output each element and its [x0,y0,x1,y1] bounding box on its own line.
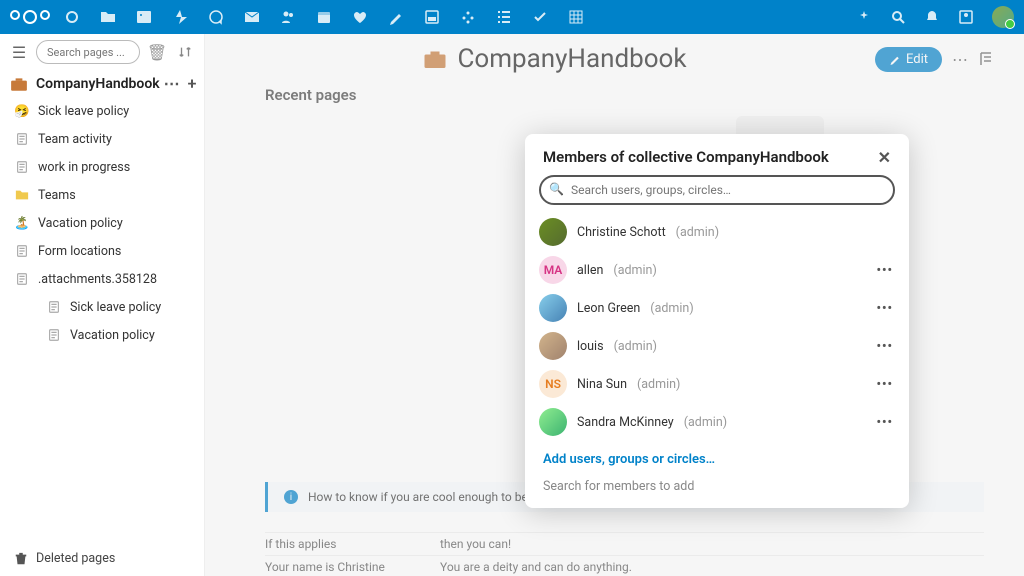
calendar-icon[interactable] [316,9,332,25]
activity-icon[interactable] [172,9,188,25]
sidebar-item[interactable]: .attachments.358128 [0,265,204,293]
collectives-icon[interactable] [460,9,476,25]
hamburger-icon[interactable]: ☰ [8,41,30,63]
sidebar-item[interactable]: Teams [0,181,204,209]
notes-icon[interactable] [388,9,404,25]
photos-icon[interactable] [136,9,152,25]
sidebar-item[interactable]: Form locations [0,237,204,265]
sidebar-item-label: Vacation policy [70,328,155,343]
collective-header[interactable]: CompanyHandbook ⋯ + [0,70,204,97]
collective-name: CompanyHandbook [36,76,160,92]
emoji-icon: 🤧 [14,103,30,119]
add-search-hint: Search for members to add [525,479,909,508]
add-members-link[interactable]: Add users, groups or circles… [525,440,909,479]
tables-icon[interactable] [568,9,584,25]
page-icon [14,131,30,147]
tasks-icon[interactable] [532,9,548,25]
member-name: Nina Sun [577,377,627,392]
deleted-pages[interactable]: Deleted pages [0,541,204,576]
members-modal: Members of collective CompanyHandbook ✕ … [525,134,909,508]
member-row[interactable]: Sandra McKinney (admin) ••• [539,403,903,440]
member-menu-icon[interactable]: ••• [877,377,893,392]
close-icon[interactable]: ✕ [878,148,891,167]
member-search-input[interactable] [539,175,895,205]
add-page-icon[interactable]: + [184,74,201,93]
page-icon [14,159,30,175]
notifications-icon[interactable] [924,9,940,25]
member-menu-icon[interactable]: ••• [877,301,893,316]
deck-icon[interactable] [424,9,440,25]
sidebar-item[interactable]: 🤧 Sick leave policy [0,97,204,125]
member-avatar: NS [539,370,567,398]
member-avatar [539,332,567,360]
mail-icon[interactable] [244,9,260,25]
trash-icon[interactable]: 🗑 [146,41,168,63]
sidebar-subitem[interactable]: Vacation policy [0,321,204,349]
page-icon [46,299,62,315]
member-role: (admin) [650,301,693,316]
main-content: CompanyHandbook Edit ⋯ Recent pages › .a… [205,34,1024,576]
member-row[interactable]: louis (admin) ••• [539,327,903,365]
member-avatar [539,408,567,436]
contacts-menu-icon[interactable] [958,9,974,25]
search-icon: 🔍 [549,182,564,196]
member-name: Leon Green [577,301,640,316]
member-avatar: MA [539,256,567,284]
talk-icon[interactable] [208,9,224,25]
member-row[interactable]: Christine Schott (admin) [539,213,903,251]
sidebar-item-label: Vacation policy [38,216,123,231]
member-name: Christine Schott [577,225,666,240]
member-role: (admin) [613,263,656,278]
sidebar-subitem[interactable]: Sick leave policy [0,293,204,321]
member-menu-icon[interactable]: ••• [877,263,893,278]
member-menu-icon[interactable]: ••• [877,339,893,354]
heart-icon[interactable] [352,9,368,25]
member-row[interactable]: Leon Green (admin) ••• [539,289,903,327]
member-row[interactable]: NS Nina Sun (admin) ••• [539,365,903,403]
member-role: (admin) [684,415,727,430]
emoji-icon: 🏝️ [14,215,30,231]
sidebar-item[interactable]: 🏝️ Vacation policy [0,209,204,237]
folder-icon [14,187,30,203]
sidebar-item-label: Team activity [38,132,112,147]
member-avatar [539,218,567,246]
assistant-icon[interactable] [856,9,872,25]
member-name: Sandra McKinney [577,415,674,430]
app-logo[interactable] [10,10,50,24]
list-icon[interactable] [496,9,512,25]
dashboard-icon[interactable] [64,9,80,25]
member-name: louis [577,339,604,354]
trash-icon [14,552,28,566]
member-role: (admin) [676,225,719,240]
member-role: (admin) [637,377,680,392]
modal-title: Members of collective CompanyHandbook [543,148,829,167]
sidebar-item-label: Teams [38,188,76,203]
sidebar-item-label: work in progress [38,160,130,175]
sidebar-item[interactable]: Team activity [0,125,204,153]
member-row[interactable]: MA allen (admin) ••• [539,251,903,289]
page-icon [14,243,30,259]
sidebar-item-label: Form locations [38,244,121,259]
deleted-label: Deleted pages [36,551,115,566]
sidebar-item-label: .attachments.358128 [38,272,157,287]
member-name: allen [577,263,603,278]
files-icon[interactable] [100,9,116,25]
collective-menu-icon[interactable]: ⋯ [160,74,184,93]
user-avatar[interactable] [992,6,1014,28]
sidebar-item-label: Sick leave policy [38,104,129,119]
page-icon [14,271,30,287]
search-icon[interactable] [890,9,906,25]
member-menu-icon[interactable]: ••• [877,415,893,430]
member-role: (admin) [614,339,657,354]
sort-icon[interactable] [174,41,196,63]
sidebar-item-label: Sick leave policy [70,300,161,315]
briefcase-icon [10,75,28,93]
contacts-icon[interactable] [280,9,296,25]
sidebar-item[interactable]: work in progress [0,153,204,181]
page-icon [46,327,62,343]
sidebar: ☰ 🗑 CompanyHandbook ⋯ + 🤧 Sick leave pol… [0,34,205,576]
page-search-input[interactable] [36,40,140,64]
member-avatar [539,294,567,322]
